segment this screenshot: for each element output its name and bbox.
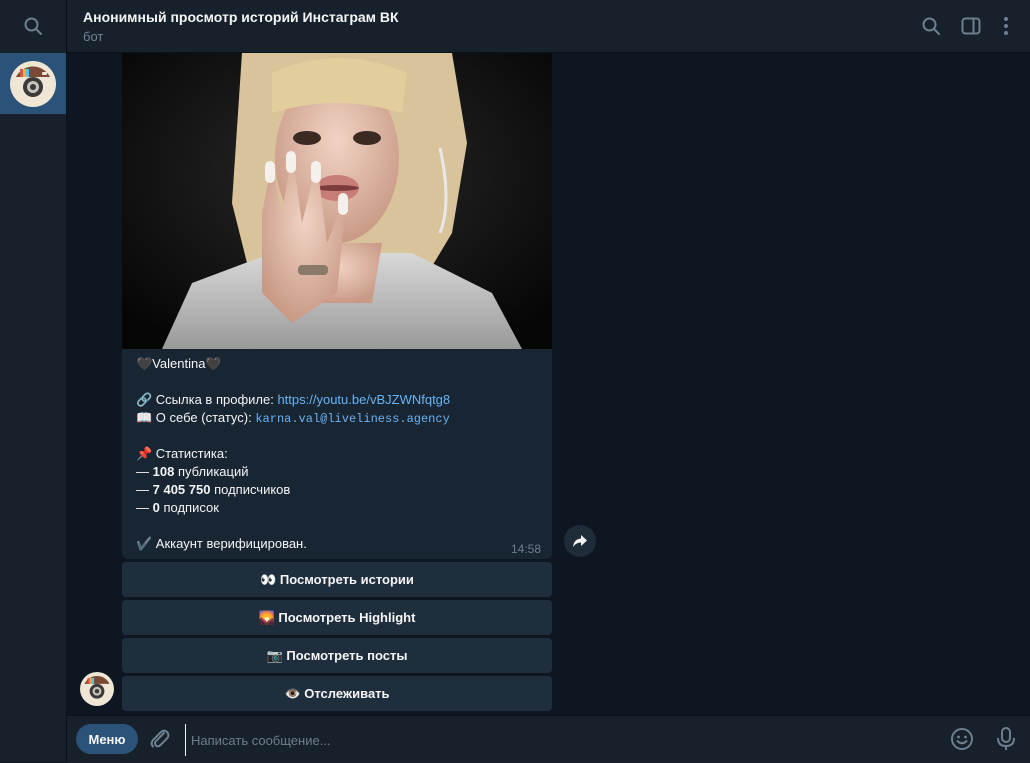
profile-link-label: 🔗 Ссылка в профиле: [136,392,278,407]
followers-count: 7 405 750 [152,482,211,497]
stats-dash: — [136,464,153,479]
kb-button-stories[interactable]: 👀 Посмотреть истории [122,562,552,597]
more-menu-icon[interactable] [994,14,1018,38]
attach-icon[interactable] [148,727,172,751]
about-row: 📖 О себе (статус): karna.val@liveliness.… [136,409,546,427]
stats-posts: — 108 публикаций [136,463,546,481]
following-count: 0 [152,500,160,515]
about-label: 📖 О себе (статус): [136,410,256,425]
search-icon[interactable] [919,14,943,38]
stats-following: — 0 подписок [136,499,546,517]
posts-suffix: публикаций [174,464,249,479]
stats-dash: — [136,482,153,497]
bot-avatar[interactable] [80,672,114,706]
menu-button[interactable]: Меню [76,724,138,754]
message-input[interactable] [185,724,933,756]
stats-dash: — [136,500,153,515]
stats-followers: — 7 405 750 подписчиков [136,481,546,499]
kb-button-label: 🌄 Посмотреть Highlight [258,609,416,625]
left-rail [0,0,67,762]
bot-avatar-icon [80,672,114,706]
posts-count: 108 [152,464,175,479]
emoji-icon[interactable] [950,727,974,751]
kb-button-highlight[interactable]: 🌄 Посмотреть Highlight [122,600,552,635]
profile-photo-image [122,53,552,349]
stats-heading: 📌 Статистика: [136,446,228,461]
about-value[interactable]: karna.val@liveliness.agency [255,412,449,426]
chat-area: 🖤Valentina🖤 🔗 Ссылка в профиле: https://… [67,53,1030,714]
message-time: 14:58 [510,542,541,556]
kb-button-track[interactable]: 👁️ Отслеживать [122,676,552,711]
microphone-icon[interactable] [994,726,1018,752]
chat-header: Анонимный просмотр историй Инстаграм ВК … [67,0,1030,53]
kb-button-label: 📷 Посмотреть посты [266,647,408,663]
following-suffix: подписок [159,500,219,515]
chat-list-item[interactable] [0,53,66,114]
forward-button[interactable] [564,525,596,557]
composer: Меню [67,715,1030,763]
bot-avatar-icon [10,60,56,107]
profile-link-row: 🔗 Ссылка в профиле: https://youtu.be/vBJ… [136,391,546,409]
search-icon[interactable] [0,0,66,52]
forward-icon [573,535,587,547]
kb-button-posts[interactable]: 📷 Посмотреть посты [122,638,552,673]
chat-title[interactable]: Анонимный просмотр историй Инстаграм ВК [83,9,399,25]
sidebar-toggle-icon[interactable] [959,14,983,38]
followers-suffix: подписчиков [210,482,291,497]
message-caption: 🖤Valentina🖤 🔗 Ссылка в профиле: https://… [136,355,546,553]
verified-note: ✔️ Аккаунт верифицирован. [136,536,307,551]
kb-button-label: 👀 Посмотреть истории [260,571,414,587]
profile-photo[interactable] [122,53,552,349]
message-bubble[interactable]: 🖤Valentina🖤 🔗 Ссылка в профиле: https://… [122,53,552,559]
profile-link[interactable]: https://youtu.be/vBJZWNfqtg8 [277,392,450,407]
chat-subtitle: бот [83,29,104,44]
profile-name: 🖤Valentina🖤 [136,356,222,371]
kb-button-label: 👁️ Отслеживать [284,685,390,701]
